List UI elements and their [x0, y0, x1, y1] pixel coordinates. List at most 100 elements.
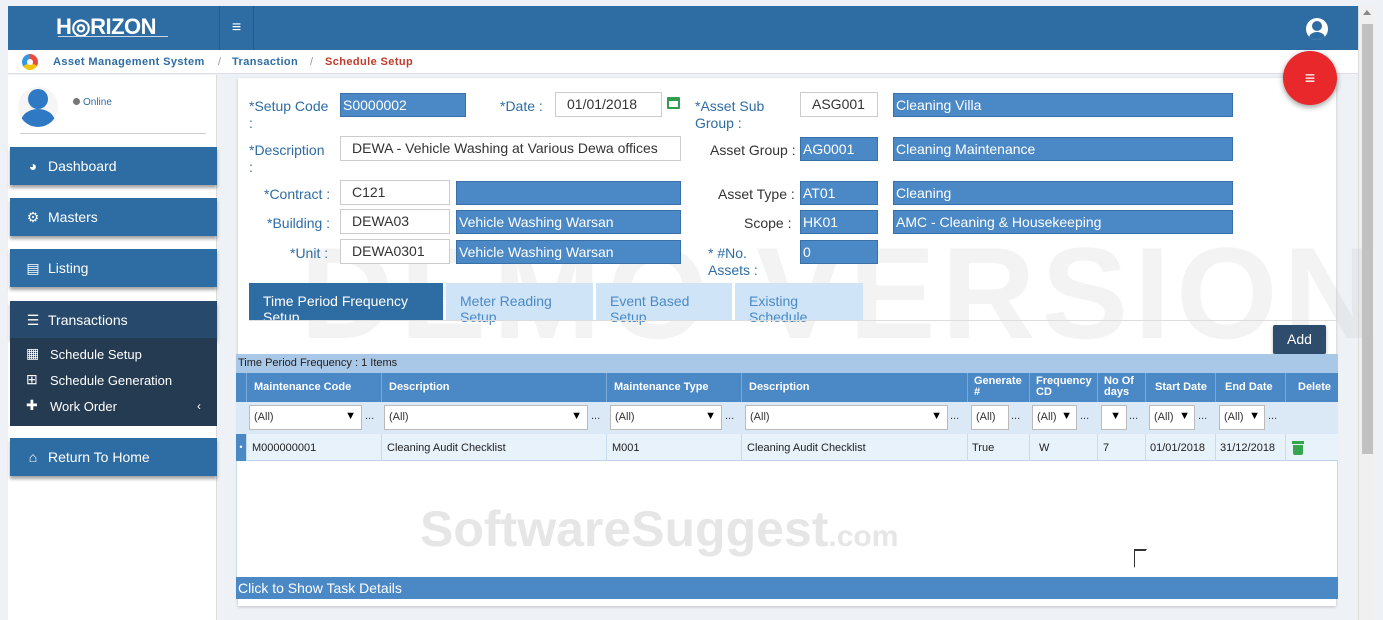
mouse-cursor-fill — [1135, 551, 1146, 567]
show-task-details-bar[interactable]: Click to Show Task Details — [236, 577, 1338, 599]
tab-underline — [249, 320, 1336, 321]
fab-menu-button[interactable]: ≡ — [1283, 51, 1337, 105]
asset-type-name-field: Cleaning — [893, 181, 1233, 205]
col-maintenance-code[interactable]: Maintenance Code — [246, 373, 381, 402]
no-assets-label: * #No. Assets : — [708, 245, 758, 278]
col-frequency-cd[interactable]: Frequency CD — [1029, 373, 1097, 402]
chevron-left-icon: ‹ — [197, 399, 201, 413]
filter-frequency-cd[interactable]: (All) ▼ — [1032, 405, 1077, 430]
unit-label: *Unit : — [290, 245, 329, 261]
unit-name-field: Vehicle Washing Warsan — [456, 240, 681, 264]
cell-end-date: 31/12/2018 — [1215, 434, 1285, 461]
filter-options-icon[interactable]: ... — [365, 410, 374, 422]
sidebar: Online ◕ Dashboard ⚙ Masters ▤ Listing ☰… — [8, 75, 217, 620]
sidebar-item-masters[interactable]: ⚙ Masters — [10, 198, 217, 236]
date-input[interactable]: 01/01/2018 — [555, 92, 662, 117]
filter-start-date[interactable]: (All) ▼ — [1149, 405, 1195, 430]
filter-options-icon[interactable]: ... — [725, 410, 734, 422]
puzzle-icon: ✚ — [26, 397, 38, 413]
breadcrumb-home[interactable]: Asset Management System — [53, 56, 205, 68]
col-no-of-days[interactable]: No Of days — [1097, 373, 1145, 402]
asset-type-code-field: AT01 — [800, 181, 878, 205]
cell-maintenance-type: M001 — [606, 434, 741, 461]
asset-sub-group-code-input[interactable]: ASG001 — [800, 92, 878, 117]
col-description[interactable]: Description — [381, 373, 606, 402]
grid-filter-row: (All) ▼ ... (All) ▼ ... (All) ▼ ... (All) ▼ … — [236, 402, 1338, 434]
tab-meter-reading[interactable]: Meter Reading Setup — [446, 283, 593, 325]
grid-caption: Time Period Frequency : 1 Items — [236, 354, 1338, 373]
col-maintenance-type[interactable]: Maintenance Type — [606, 373, 741, 402]
cell-start-date: 01/01/2018 — [1145, 434, 1215, 461]
scroll-thumb[interactable] — [1362, 24, 1373, 454]
filter-options-icon[interactable]: ... — [1129, 410, 1138, 422]
building-label: *Building : — [267, 215, 331, 231]
filter-options-icon[interactable]: ... — [950, 410, 959, 422]
building-code-input[interactable]: DEWA03 — [340, 209, 450, 234]
calendar-plus-icon: ⊞ — [26, 371, 38, 387]
user-avatar — [18, 87, 58, 127]
tab-existing-schedule[interactable]: Existing Schedule — [735, 283, 863, 325]
col-end-date[interactable]: End Date — [1215, 373, 1285, 402]
page-scrollbar[interactable] — [1358, 6, 1375, 620]
contract-code-input[interactable]: C121 — [340, 180, 450, 205]
logo-tagline-line — [58, 36, 168, 41]
delete-trash-icon[interactable] — [1292, 441, 1304, 455]
dashboard-icon: ◕ — [28, 158, 38, 174]
filter-end-date[interactable]: (All) ▼ — [1219, 405, 1265, 430]
filter-options-icon[interactable]: ... — [1011, 410, 1020, 422]
submenu-schedule-setup[interactable]: ▦ Schedule Setup — [10, 342, 217, 366]
file-icon: ▤ — [26, 260, 40, 276]
calendar-picker-icon[interactable] — [667, 97, 680, 109]
submenu-schedule-generation[interactable]: ⊞ Schedule Generation — [10, 368, 217, 392]
description-input[interactable]: DEWA - Vehicle Washing at Various Dewa o… — [340, 136, 681, 161]
filter-description-2[interactable]: (All) ▼ — [745, 405, 948, 430]
breadcrumb-transaction[interactable]: Transaction — [232, 56, 298, 68]
add-button[interactable]: Add — [1273, 325, 1326, 354]
top-bar: H◎RIZON ≡ — [8, 6, 1358, 50]
col-start-date[interactable]: Start Date — [1145, 373, 1215, 402]
scope-label: Scope : — [744, 215, 792, 231]
breadcrumb-separator: / — [218, 56, 222, 68]
unit-code-input[interactable]: DEWA0301 — [340, 239, 450, 264]
home-icon: ⌂ — [28, 449, 38, 465]
status-dot-icon — [73, 98, 80, 105]
cell-maintenance-code: M000000001 — [246, 434, 381, 461]
cell-frequency-cd: W — [1029, 434, 1097, 461]
scroll-up-arrow-icon[interactable] — [1363, 10, 1371, 15]
filter-description[interactable]: (All) ▼ — [384, 405, 588, 430]
contract-label: *Contract : — [264, 186, 331, 202]
col-generate[interactable]: Generate # — [967, 373, 1029, 402]
filter-options-icon[interactable]: ... — [1080, 410, 1089, 422]
row-indicator: • — [236, 434, 246, 461]
tab-event-based[interactable]: Event Based Setup — [596, 283, 732, 325]
app-logo-icon — [22, 54, 38, 70]
asset-sub-group-name-field: Cleaning Villa — [893, 93, 1233, 117]
sidebar-item-dashboard[interactable]: ◕ Dashboard — [10, 147, 217, 185]
filter-maintenance-type[interactable]: (All) ▼ — [610, 405, 722, 430]
menu-toggle-icon[interactable]: ≡ — [220, 6, 254, 50]
filter-maintenance-code[interactable]: (All) ▼ — [249, 405, 362, 430]
grid-body-empty — [236, 461, 1338, 577]
breadcrumb-current: Schedule Setup — [325, 56, 414, 68]
table-row[interactable]: • M000000001 Cleaning Audit Checklist M0… — [236, 434, 1338, 461]
submenu-work-order[interactable]: ✚ Work Order ‹ — [10, 394, 217, 418]
filter-options-icon[interactable]: ... — [591, 410, 600, 422]
sidebar-divider — [20, 133, 206, 134]
cell-description-2: Cleaning Audit Checklist — [741, 434, 967, 461]
grid-header: Maintenance Code Description Maintenance… — [236, 373, 1338, 402]
setup-code-label: *Setup Code: — [249, 98, 329, 131]
filter-options-icon[interactable]: ... — [1198, 410, 1207, 422]
scope-code-field: HK01 — [800, 210, 878, 234]
list-icon: ☰ — [26, 312, 40, 328]
filter-no-of-days[interactable]: ▼ — [1101, 405, 1127, 430]
return-home-button[interactable]: ⌂ Return To Home — [10, 438, 217, 476]
col-description-2[interactable]: Description — [741, 373, 967, 402]
sidebar-item-transactions[interactable]: ☰ Transactions — [10, 301, 217, 339]
filter-generate[interactable]: (All) — [971, 405, 1009, 430]
cell-description: Cleaning Audit Checklist — [381, 434, 606, 461]
user-profile-icon[interactable] — [1306, 18, 1328, 40]
tab-time-period-frequency[interactable]: Time Period Frequency Setup — [249, 283, 443, 325]
filter-options-icon[interactable]: ... — [1268, 410, 1277, 422]
sidebar-item-listing[interactable]: ▤ Listing — [10, 249, 217, 287]
scope-name-field: AMC - Cleaning & Housekeeping — [893, 210, 1233, 234]
